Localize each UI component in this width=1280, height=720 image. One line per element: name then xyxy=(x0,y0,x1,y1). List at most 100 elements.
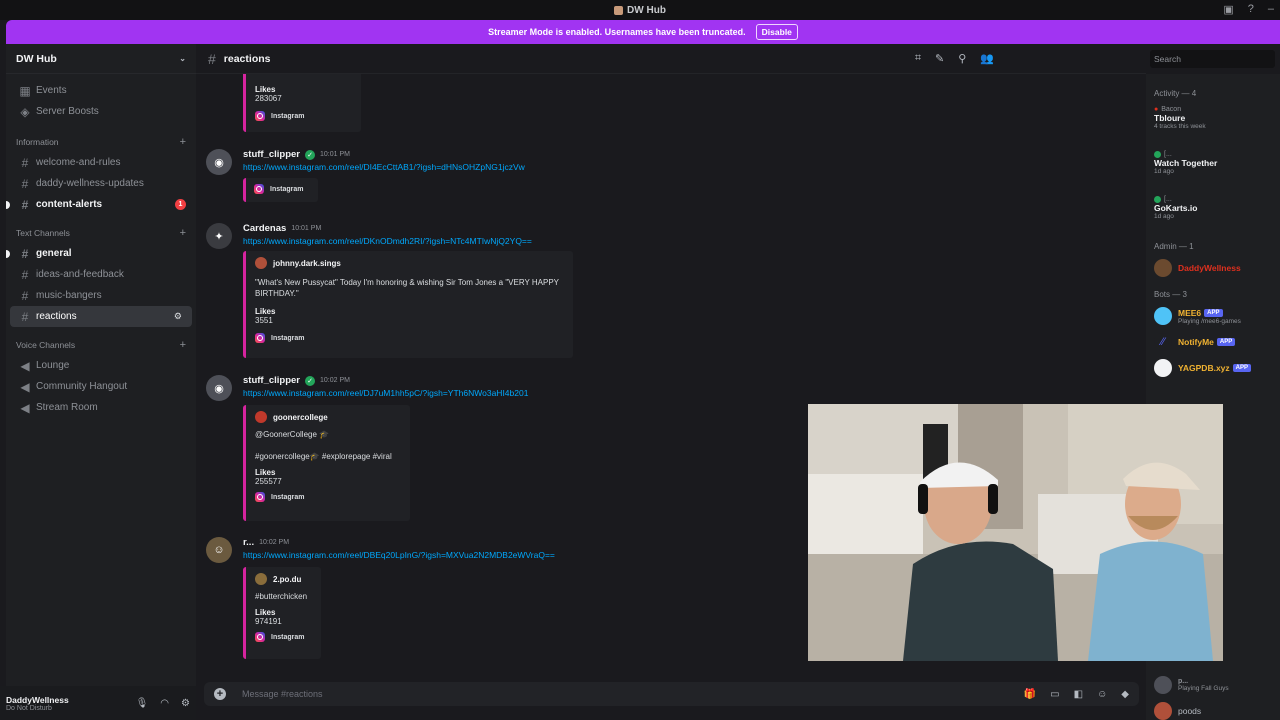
sticker-icon[interactable]: ◧ xyxy=(1074,689,1083,700)
embed-author[interactable]: 2.po.du xyxy=(255,573,312,585)
avatar xyxy=(1154,676,1172,694)
embed-likes-label: Likes xyxy=(255,468,276,477)
apps-icon[interactable]: ◆ xyxy=(1121,689,1129,700)
embed-likes-label: Likes xyxy=(255,307,276,316)
member-item[interactable]: poods xyxy=(1146,698,1209,720)
settings-icon[interactable]: ⚙ xyxy=(181,698,190,709)
activity-name: Tbloure xyxy=(1154,113,1186,123)
category-text-channels[interactable]: Text Channels + xyxy=(6,223,196,243)
message-header: stuff_clipper ✓ 10:02 PM xyxy=(243,375,350,386)
emoji-icon[interactable]: ☺ xyxy=(1097,689,1107,700)
avatar: ⁄⁄ xyxy=(1154,333,1172,351)
inbox-icon[interactable]: ▣ xyxy=(1223,3,1233,16)
attach-plus-icon[interactable]: + xyxy=(214,688,226,700)
channel-welcome-and-rules[interactable]: # welcome-and-rules xyxy=(6,152,196,173)
embed-likes-value: 974191 xyxy=(255,617,282,626)
sidebar-item-events[interactable]: ▦ Events xyxy=(6,80,196,101)
plus-icon[interactable]: + xyxy=(180,227,186,239)
search-input[interactable]: Search xyxy=(1150,50,1275,68)
member-item[interactable]: p... Playing Fall Guys xyxy=(1146,672,1237,698)
category-voice-channels[interactable]: Voice Channels + xyxy=(6,335,196,355)
channel-label: reactions xyxy=(36,311,77,322)
message: ◉ stuff_clipper ✓ 10:02 PM https://www.ins… xyxy=(206,375,806,525)
channel-ideas-and-feedback[interactable]: # ideas-and-feedback xyxy=(6,264,196,285)
avatar[interactable]: ◉ xyxy=(206,375,232,401)
member-name: NotifyMe xyxy=(1178,337,1214,347)
channel-reactions[interactable]: # reactions ⚙ xyxy=(10,306,192,327)
headphones-icon[interactable]: ◠ xyxy=(160,698,169,709)
embed-likes-value: 283067 xyxy=(255,94,282,103)
activity-card[interactable]: [... GoKarts.io 1d ago xyxy=(1146,192,1280,237)
avatar[interactable]: ✦ xyxy=(206,223,232,249)
channel-sidebar: DW Hub ⌄ ▦ Events ◈ Server Boosts Informat… xyxy=(6,44,196,686)
avatar xyxy=(1154,359,1172,377)
embed-likes-value: 3551 xyxy=(255,316,273,325)
activity-card[interactable]: ● Bacon Tbloure 4 tracks this week xyxy=(1146,102,1280,147)
gear-icon[interactable]: ⚙ xyxy=(174,311,182,322)
activity-sub: 4 tracks this week xyxy=(1154,123,1206,130)
threads-icon[interactable]: ⌗ xyxy=(915,52,921,65)
composer-placeholder: Message #reactions xyxy=(242,689,323,699)
unread-indicator xyxy=(6,249,10,258)
embed-author[interactable]: johnny.dark.sings xyxy=(255,257,564,269)
member-name: poods xyxy=(1178,706,1202,716)
embed-author[interactable]: goonercollege xyxy=(255,411,401,423)
server-header[interactable]: DW Hub ⌄ xyxy=(6,44,196,74)
help-icon[interactable]: ? xyxy=(1248,3,1254,16)
admin-header: Admin — 1 xyxy=(1154,241,1194,251)
instagram-icon xyxy=(255,632,265,642)
message-author[interactable]: Cardenas xyxy=(243,223,286,234)
plus-icon[interactable]: + xyxy=(180,136,186,148)
chevron-down-icon[interactable]: ⌄ xyxy=(179,54,186,63)
embed-author-avatar xyxy=(255,257,267,269)
embed-description-line: #goonercollege🎓 #explorepage #viral xyxy=(255,452,392,461)
message-link[interactable]: https://www.instagram.com/reel/DI4EcCttA… xyxy=(243,162,525,172)
hash-icon: # xyxy=(208,50,216,67)
channel-content-alerts[interactable]: # content-alerts 1 xyxy=(6,194,196,215)
member-item[interactable]: YAGPDB.xyz APP xyxy=(1146,355,1280,381)
channel-daddy-wellness-updates[interactable]: # daddy-wellness-updates xyxy=(6,173,196,194)
embed-description: #butterchicken xyxy=(255,592,308,601)
sidebar-item-server-boosts[interactable]: ◈ Server Boosts xyxy=(6,101,196,122)
message-link[interactable]: https://www.instagram.com/reel/DJ7uM1hh5… xyxy=(243,388,528,398)
voice-channel-stream-room[interactable]: ◀ Stream Room xyxy=(6,397,196,418)
member-item[interactable]: MEE6 APP Playing /mee6-games xyxy=(1146,303,1280,329)
voice-channel-lounge[interactable]: ◀ Lounge xyxy=(6,355,196,376)
embed-footer-text: Instagram xyxy=(271,493,305,501)
member-name: DaddyWellness xyxy=(1178,263,1241,273)
activity-card[interactable]: [... Watch Together 1d ago xyxy=(1146,147,1280,192)
voice-channel-community-hangout[interactable]: ◀ Community Hangout xyxy=(6,376,196,397)
embed-author-name: goonercollege xyxy=(273,412,328,422)
message-link[interactable]: https://www.instagram.com/reel/DKnODmdh2… xyxy=(243,236,532,246)
message-embed: goonercollege @GoonerCollege 🎓 #goonerco… xyxy=(243,405,410,521)
channel-general[interactable]: # general xyxy=(6,243,196,264)
message-composer[interactable]: + Message #reactions 🎁 ▭ ◧ ☺ ◆ xyxy=(204,682,1139,706)
channel-music-bangers[interactable]: # music-bangers xyxy=(6,285,196,306)
member-item[interactable]: ⁄⁄ NotifyMe APP xyxy=(1146,329,1280,355)
gift-icon[interactable]: 🎁 xyxy=(1024,689,1036,700)
channel-label: general xyxy=(36,248,72,259)
microphone-icon[interactable]: 🎙 xyxy=(136,698,149,709)
disable-button[interactable]: Disable xyxy=(755,24,798,40)
member-list-icon[interactable]: 👥 xyxy=(980,52,994,65)
message-link[interactable]: https://www.instagram.com/reel/DBEq20LpI… xyxy=(243,550,555,560)
gif-icon[interactable]: ▭ xyxy=(1050,689,1059,700)
member-item[interactable]: DaddyWellness xyxy=(1146,255,1280,281)
channel-label: welcome-and-rules xyxy=(36,157,121,168)
message-author[interactable]: stuff_clipper xyxy=(243,149,300,160)
embed-likes-value: 255577 xyxy=(255,477,282,486)
user-name[interactable]: DaddyWellness xyxy=(6,695,69,705)
pin-icon[interactable]: ⚲ xyxy=(958,52,966,65)
minimize-icon[interactable]: – xyxy=(1268,3,1274,16)
category-information[interactable]: Information + xyxy=(6,132,196,152)
avatar[interactable]: ◉ xyxy=(206,149,232,175)
channel-header: # reactions ⌗ ✎ ⚲ 👥 xyxy=(196,44,1146,74)
activity-sub: 1d ago xyxy=(1154,213,1174,220)
plus-icon[interactable]: + xyxy=(180,339,186,351)
notification-bell-icon[interactable]: ✎ xyxy=(935,52,944,65)
avatar[interactable]: ☺ xyxy=(206,537,232,563)
embed-footer: Instagram xyxy=(255,111,352,121)
message-author[interactable]: r... xyxy=(243,537,254,548)
unread-indicator xyxy=(6,200,10,209)
message-author[interactable]: stuff_clipper xyxy=(243,375,300,386)
